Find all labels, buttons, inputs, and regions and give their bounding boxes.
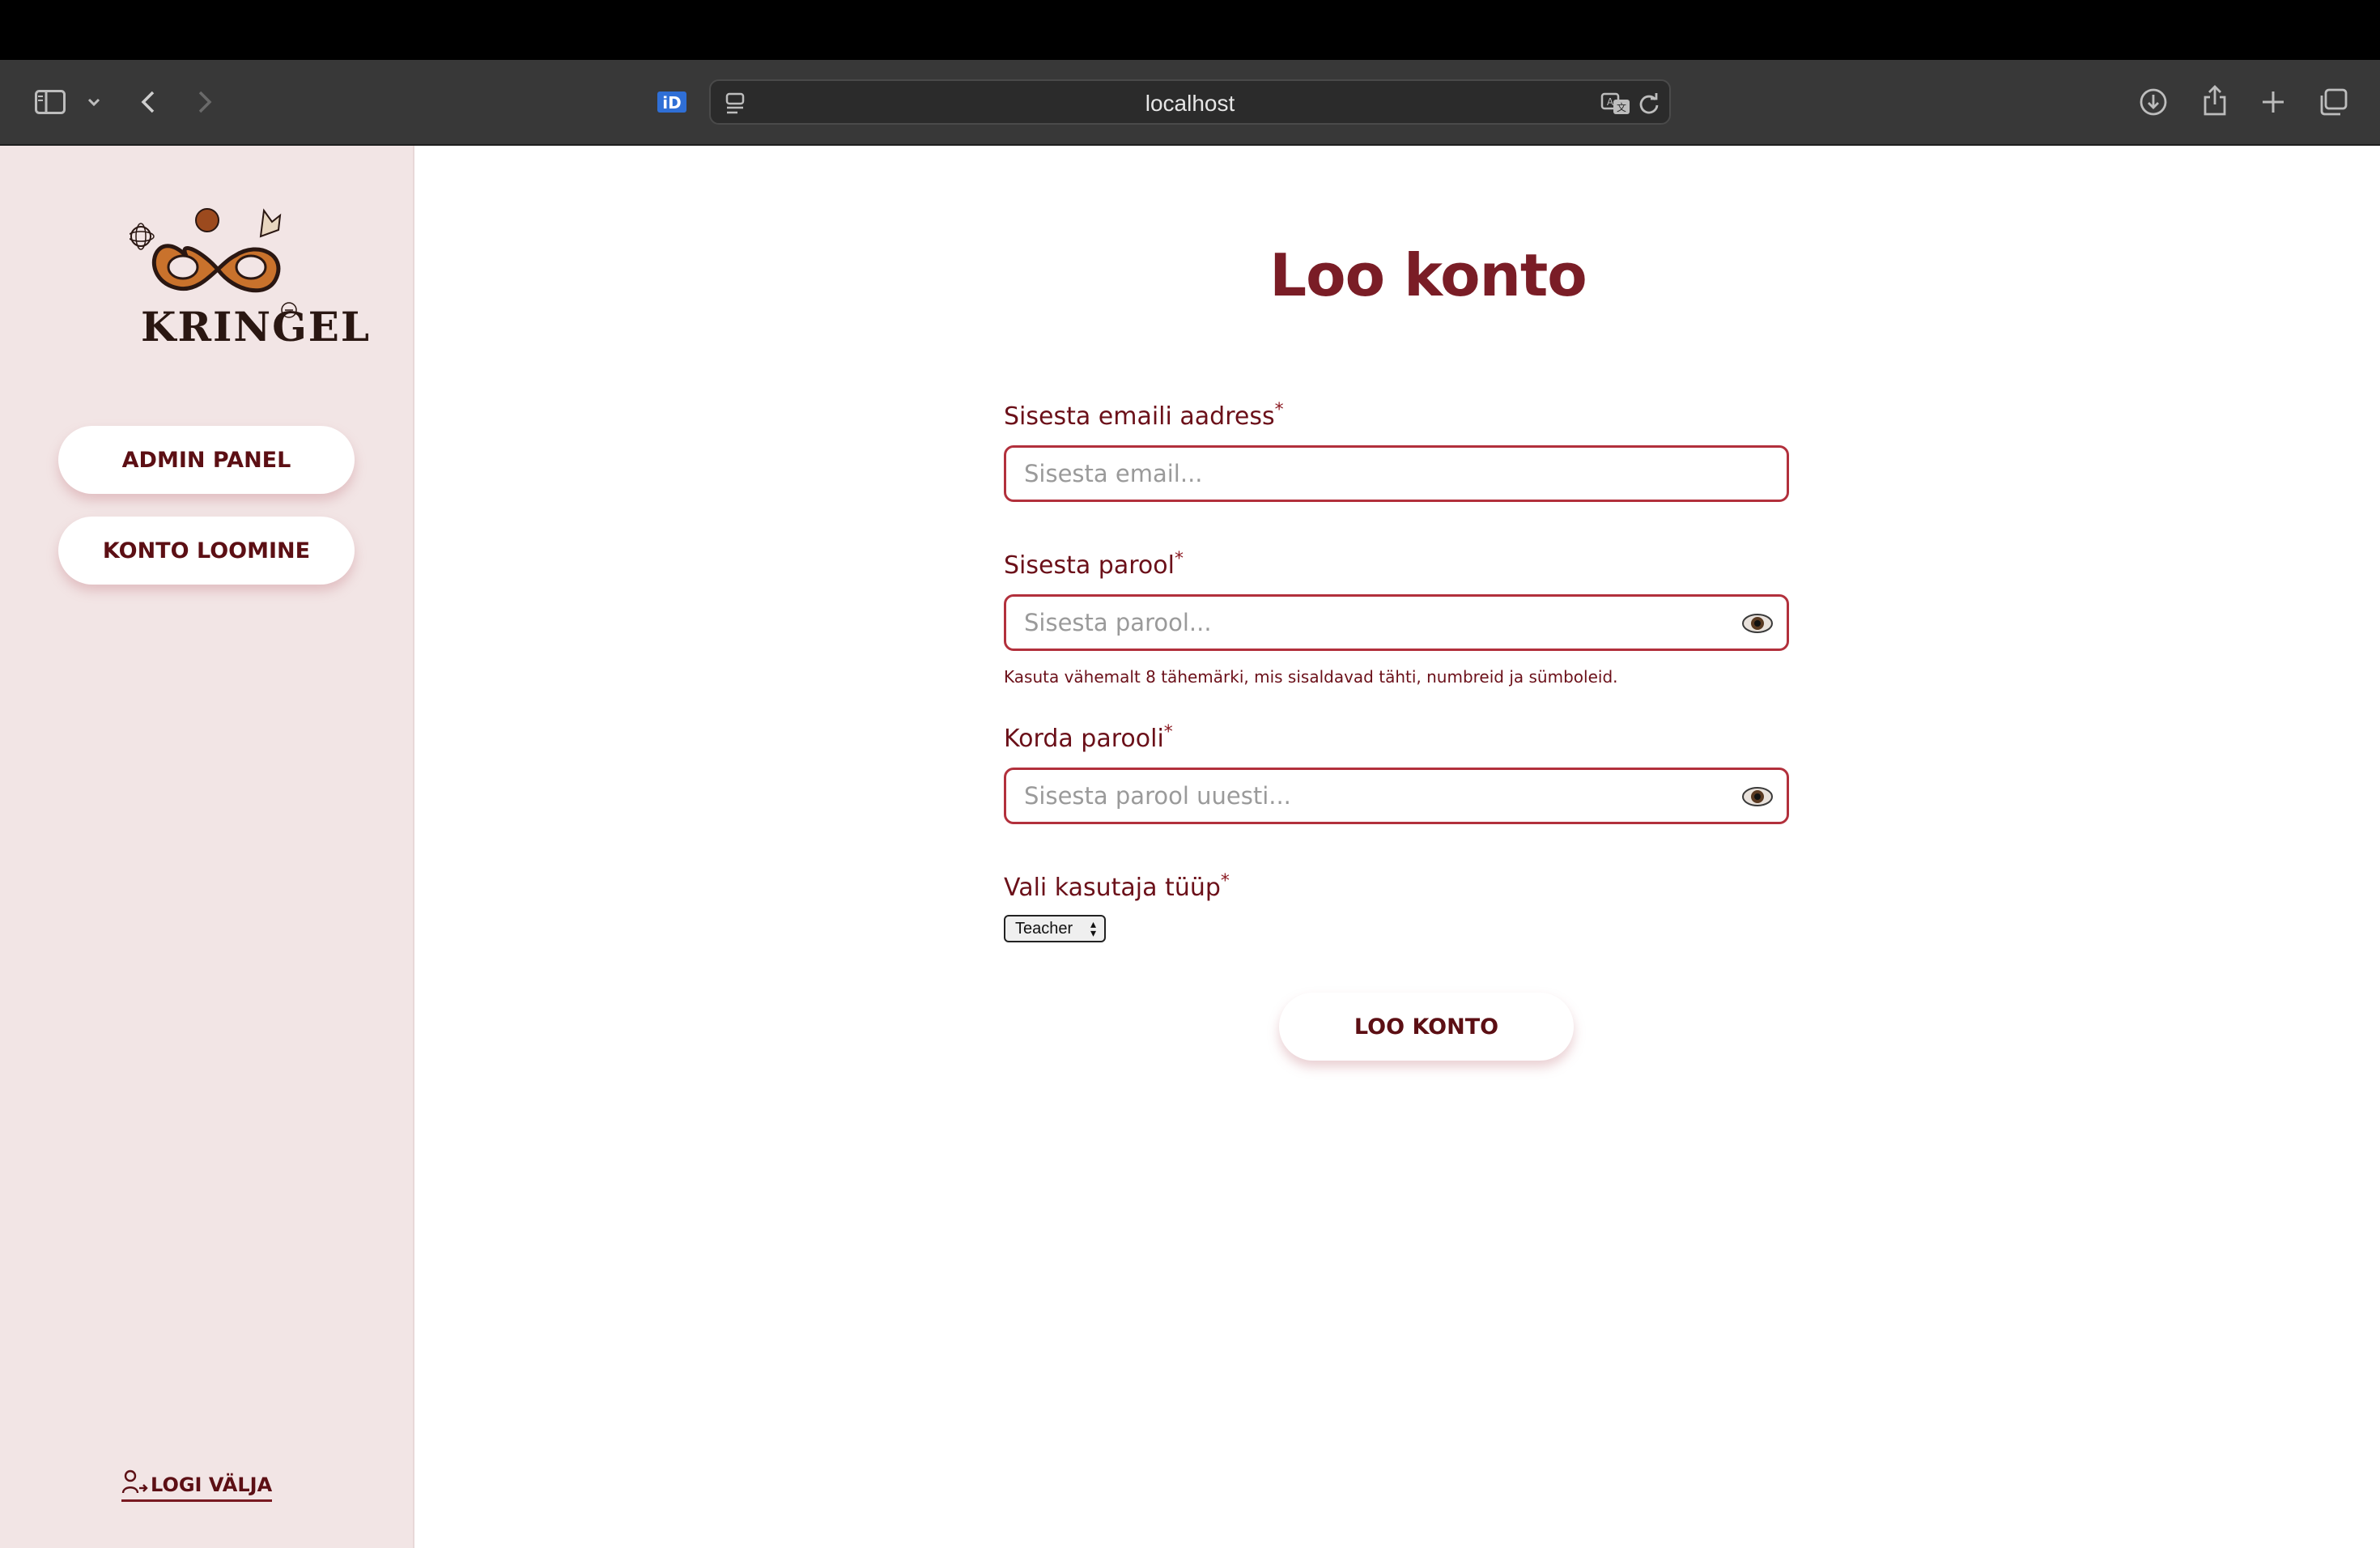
password-label: Sisesta parool* [1004, 549, 1184, 580]
logo-text: KRINGEL [141, 303, 372, 351]
required-mark: * [1274, 400, 1284, 420]
konto-loomine-button[interactable]: KONTO LOOMINE [58, 517, 355, 585]
email-label: Sisesta emaili aadress* [1004, 400, 1284, 431]
translate-icon[interactable]: A文 [1600, 89, 1632, 118]
tab-overview-icon[interactable] [2315, 84, 2351, 120]
user-type-label: Vali kasutaja tüüp* [1004, 871, 1230, 902]
email-field[interactable] [1004, 445, 1789, 502]
required-mark: * [1174, 549, 1184, 569]
logout-label: LOGI VÄLJA [151, 1474, 273, 1496]
eye-icon[interactable] [1741, 611, 1774, 636]
registered-mark-icon [281, 302, 297, 318]
select-arrows-icon: ▴ ▾ [1090, 917, 1096, 939]
main-content: Loo konto Sisesta emaili aadress* Sisest… [414, 146, 2380, 1548]
password-repeat-input[interactable] [1006, 770, 1787, 822]
user-type-selected: Teacher [1015, 919, 1073, 938]
logout-link[interactable]: LOGI VÄLJA [121, 1469, 273, 1502]
password-repeat-label: Korda parooli* [1004, 722, 1173, 753]
reload-icon[interactable] [1635, 89, 1663, 118]
sidebar: KRINGEL ADMIN PANEL KONTO LOOMINE LOGI V… [0, 146, 414, 1548]
pretzel-logo-icon [127, 208, 282, 293]
back-icon[interactable] [136, 86, 160, 118]
required-mark: * [1163, 722, 1173, 742]
kringel-logo[interactable]: KRINGEL [127, 207, 369, 361]
svg-text:文: 文 [1617, 101, 1626, 113]
svg-text:iD: iD [662, 93, 681, 113]
required-mark: * [1220, 871, 1230, 891]
address-bar[interactable]: localhost A文 [709, 79, 1671, 125]
sidebar-toggle-icon[interactable] [32, 84, 68, 120]
downloads-icon[interactable] [2136, 84, 2171, 120]
url-text[interactable]: localhost [711, 91, 1669, 117]
page-title: Loo konto [1269, 241, 1587, 309]
forward-icon[interactable] [193, 86, 217, 118]
chevron-down-icon[interactable] [84, 92, 104, 112]
password-hint: Kasuta vähemalt 8 tähemärki, mis sisalda… [1004, 667, 1618, 687]
user-type-select[interactable]: Teacher ▴ ▾ [1004, 915, 1106, 942]
create-account-button[interactable]: LOO KONTO [1279, 993, 1574, 1061]
password-repeat-field[interactable] [1004, 768, 1789, 824]
password-manager-icon[interactable]: iD [654, 89, 690, 115]
email-label-text: Sisesta emaili aadress [1004, 402, 1275, 431]
eye-icon[interactable] [1741, 785, 1774, 809]
user-logout-icon [121, 1469, 148, 1494]
password-label-text: Sisesta parool [1004, 551, 1175, 580]
share-icon[interactable] [2197, 81, 2233, 120]
svg-text:A: A [1607, 96, 1614, 108]
system-menu-bar [0, 0, 2380, 60]
browser-toolbar: iD localhost A文 [0, 60, 2380, 146]
password-repeat-label-text: Korda parooli [1004, 725, 1164, 753]
admin-panel-button[interactable]: ADMIN PANEL [58, 426, 355, 494]
password-input[interactable] [1006, 597, 1787, 649]
password-field[interactable] [1004, 594, 1789, 651]
user-type-label-text: Vali kasutaja tüüp [1004, 874, 1221, 902]
email-input[interactable] [1006, 448, 1787, 500]
new-tab-icon[interactable] [2255, 84, 2291, 120]
